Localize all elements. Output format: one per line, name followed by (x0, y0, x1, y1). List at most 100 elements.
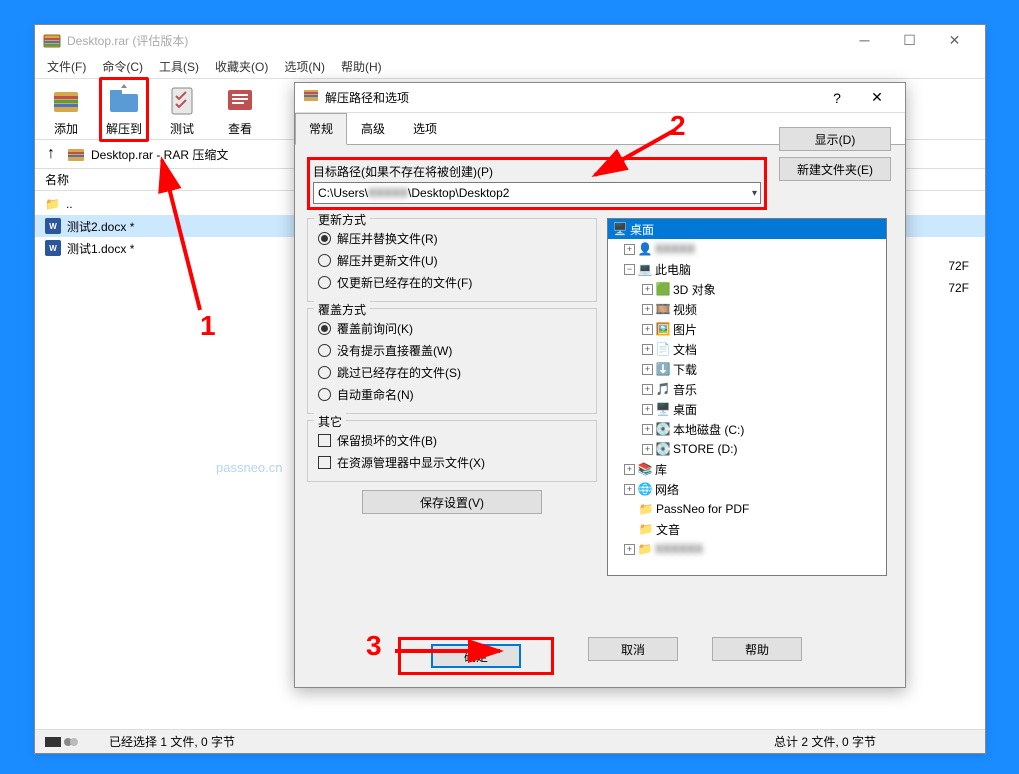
test-icon (164, 82, 200, 118)
toolbar-add-label: 添加 (54, 120, 78, 137)
tab-advanced[interactable]: 高级 (347, 113, 399, 144)
toolbar-extract-to[interactable]: 解压到 (99, 77, 149, 142)
archive-icon (67, 145, 85, 163)
collapse-icon[interactable]: − (624, 264, 635, 275)
tree-diskd[interactable]: +💽STORE (D:) (608, 439, 886, 459)
tree-video[interactable]: +🎞️视频 (608, 299, 886, 319)
check-keep-broken[interactable]: 保留损坏的文件(B) (318, 429, 588, 451)
folder-icon: 📁 (638, 521, 654, 537)
menu-options[interactable]: 选项(N) (276, 56, 333, 77)
title-bar: Desktop.rar (评估版本) ─ ☐ ✕ (35, 25, 985, 55)
radio-auto-rename[interactable]: 自动重命名(N) (318, 383, 588, 405)
tree-libraries[interactable]: +📚库 (608, 459, 886, 479)
overwrite-title: 覆盖方式 (314, 301, 370, 318)
toolbar-test[interactable]: 测试 (157, 82, 207, 137)
dialog-help-button[interactable]: ? (817, 90, 857, 106)
dialog-close-button[interactable]: ✕ (857, 89, 897, 106)
desktop-icon: 🖥️ (612, 221, 628, 237)
radio-ask-overwrite[interactable]: 覆盖前询问(K) (318, 317, 588, 339)
cancel-button[interactable]: 取消 (588, 637, 678, 661)
pictures-icon: 🖼️ (655, 321, 671, 337)
documents-icon: 📄 (655, 341, 671, 357)
tree-network[interactable]: +🌐网络 (608, 479, 886, 499)
file-name: 测试2.docx * (67, 218, 134, 235)
annotation-3: 3 (366, 630, 382, 662)
tab-options[interactable]: 选项 (399, 113, 451, 144)
downloads-icon: ⬇️ (655, 361, 671, 377)
window-title: Desktop.rar (评估版本) (67, 32, 842, 49)
radio-extract-replace[interactable]: 解压并替换文件(R) (318, 227, 588, 249)
add-icon (48, 82, 84, 118)
disk-icon: 💽 (655, 421, 671, 437)
expand-icon[interactable]: + (624, 244, 635, 255)
folder-up-icon: 📁 (45, 197, 60, 211)
tree-documents[interactable]: +📄文档 (608, 339, 886, 359)
path-label: 目标路径(如果不存在将被创建)(P) (313, 163, 761, 180)
tree-3dobjects[interactable]: +🟩3D 对象 (608, 279, 886, 299)
toolbar-view[interactable]: 查看 (215, 82, 265, 137)
tree-pictures[interactable]: +🖼️图片 (608, 319, 886, 339)
menu-favorites[interactable]: 收藏夹(O) (207, 56, 276, 77)
folder-icon: 📁 (637, 541, 653, 557)
view-icon (222, 82, 258, 118)
file-meta: 72F (948, 277, 969, 299)
tree-passneo[interactable]: 📁PassNeo for PDF (608, 499, 886, 519)
video-icon: 🎞️ (655, 301, 671, 317)
file-name: 测试1.docx * (67, 240, 134, 257)
toolbar-add[interactable]: 添加 (41, 82, 91, 137)
other-title: 其它 (314, 413, 346, 430)
overwrite-mode-group: 覆盖方式 覆盖前询问(K) 没有提示直接覆盖(W) 跳过已经存在的文件(S) 自… (307, 308, 597, 414)
radio-overwrite-silent[interactable]: 没有提示直接覆盖(W) (318, 339, 588, 361)
tree-diskc[interactable]: +💽本地磁盘 (C:) (608, 419, 886, 439)
display-button[interactable]: 显示(D) (779, 127, 891, 151)
dialog-title: 解压路径和选项 (325, 89, 817, 106)
tree-user[interactable]: +👤XXXXX (608, 239, 886, 259)
dialog-footer: 确定 取消 帮助 (295, 637, 905, 675)
tree-thispc[interactable]: −💻此电脑 (608, 259, 886, 279)
pc-icon: 💻 (637, 261, 653, 277)
help-button[interactable]: 帮助 (712, 637, 802, 661)
close-button[interactable]: ✕ (932, 25, 977, 55)
menu-bar: 文件(F) 命令(C) 工具(S) 收藏夹(O) 选项(N) 帮助(H) (35, 55, 985, 79)
3d-icon: 🟩 (655, 281, 671, 297)
extract-icon (106, 82, 142, 118)
menu-help[interactable]: 帮助(H) (333, 56, 390, 77)
tree-desktop[interactable]: 🖥️桌面 (608, 219, 886, 239)
tab-general[interactable]: 常规 (295, 113, 347, 145)
status-icons (45, 737, 99, 747)
radio-skip-existing[interactable]: 跳过已经存在的文件(S) (318, 361, 588, 383)
tree-wenyin[interactable]: 📁文音 (608, 519, 886, 539)
word-icon: W (45, 218, 61, 234)
status-selection: 已经选择 1 文件, 0 字节 (99, 733, 675, 750)
menu-file[interactable]: 文件(F) (39, 56, 94, 77)
save-settings-button[interactable]: 保存设置(V) (362, 490, 542, 514)
folder-icon: 📁 (638, 501, 654, 517)
tree-music[interactable]: +🎵音乐 (608, 379, 886, 399)
radio-update-existing[interactable]: 仅更新已经存在的文件(F) (318, 271, 588, 293)
menu-tools[interactable]: 工具(S) (151, 56, 207, 77)
library-icon: 📚 (637, 461, 653, 477)
toolbar-test-label: 测试 (170, 120, 194, 137)
new-folder-button[interactable]: 新建文件夹(E) (779, 157, 891, 181)
tree-desktop2[interactable]: +🖥️桌面 (608, 399, 886, 419)
path-input[interactable]: C:\Users\XXXXX\Desktop\Desktop2 (313, 182, 761, 204)
toolbar-extract-label: 解压到 (106, 120, 142, 137)
disk-icon: 💽 (655, 441, 671, 457)
minimize-button[interactable]: ─ (842, 25, 887, 55)
status-total: 总计 2 文件, 0 字节 (675, 733, 975, 750)
radio-extract-update[interactable]: 解压并更新文件(U) (318, 249, 588, 271)
file-meta: 72F (948, 255, 969, 277)
arrow-2 (585, 125, 685, 185)
word-icon: W (45, 240, 61, 256)
app-icon (303, 87, 319, 108)
other-group: 其它 保留损坏的文件(B) 在资源管理器中显示文件(X) (307, 420, 597, 482)
check-show-explorer[interactable]: 在资源管理器中显示文件(X) (318, 451, 588, 473)
tree-hidden[interactable]: +📁XXXXXX (608, 539, 886, 559)
tree-downloads[interactable]: +⬇️下载 (608, 359, 886, 379)
update-title: 更新方式 (314, 211, 370, 228)
folder-tree[interactable]: 🖥️桌面 +👤XXXXX −💻此电脑 +🟩3D 对象 +🎞️视频 +🖼️图片 +… (607, 218, 887, 576)
nav-up-button[interactable]: ↑ (41, 145, 61, 163)
dialog-title-bar: 解压路径和选项 ? ✕ (295, 83, 905, 113)
maximize-button[interactable]: ☐ (887, 25, 932, 55)
menu-commands[interactable]: 命令(C) (94, 56, 151, 77)
